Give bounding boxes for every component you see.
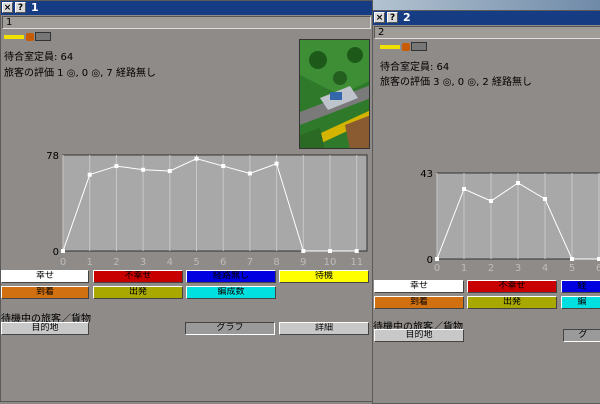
legend-button[interactable]: 到着	[1, 286, 89, 299]
window-title: 2	[403, 11, 411, 24]
x-tick-label: 6	[220, 257, 226, 268]
detail-button[interactable]: 詳細	[279, 322, 369, 335]
passenger-chart: 78 0 0 1 2 3 4 5 6 7 8 9 10 11	[1, 147, 372, 271]
line-indicator-icon	[4, 32, 52, 42]
x-tick-label: 2	[113, 257, 119, 268]
station-info-window-2: × ? 2 2 待合室定員: 64 旅客の評価 3 ◎, 0 ◎, 2 経路無し…	[372, 10, 600, 404]
x-tick-label: 4	[542, 263, 548, 274]
data-point	[328, 249, 332, 253]
destination-button[interactable]: 目的地	[1, 322, 89, 335]
line-indicator-icon	[380, 42, 428, 52]
legend-button[interactable]: 出発	[93, 286, 183, 299]
x-tick-label: 5	[569, 263, 575, 274]
x-tick-label: 9	[300, 257, 306, 268]
y-tick-label: 43	[420, 169, 433, 180]
data-point	[221, 164, 226, 169]
graph-button[interactable]: グ	[563, 329, 600, 342]
legend-button[interactable]: 幸せ	[1, 270, 89, 283]
legend-button[interactable]: 編成数	[186, 286, 276, 299]
x-tick-label: 11	[350, 257, 363, 268]
data-point	[247, 171, 252, 176]
x-tick-label: 8	[273, 257, 279, 268]
y-tick-label: 0	[427, 255, 433, 266]
y-tick-label: 78	[46, 151, 59, 162]
data-point	[87, 172, 92, 177]
station-thumbnail-image	[299, 39, 370, 149]
legend-button[interactable]: 到着	[374, 296, 464, 309]
window-title: 1	[31, 1, 39, 14]
legend-button[interactable]: 不幸せ	[467, 280, 557, 293]
data-point	[194, 156, 199, 161]
station-info-window-1: × ? 1 1 待合室定員: 64 旅客の評価 1 ◎, 0 ◎, 7 経路無し…	[0, 0, 373, 402]
station-name-field[interactable]: 2	[374, 26, 600, 39]
x-tick-label: 3	[515, 263, 521, 274]
legend-button[interactable]: 幸せ	[374, 280, 464, 293]
data-point	[141, 167, 146, 172]
data-point	[167, 169, 172, 173]
data-point	[301, 249, 306, 253]
data-point	[435, 257, 439, 261]
x-tick-label: 6	[596, 263, 600, 274]
window-titlebar[interactable]: × ? 2	[373, 11, 600, 25]
data-point	[516, 181, 520, 185]
capacity-text: 待合室定員: 64	[380, 62, 450, 73]
destination-button[interactable]: 目的地	[374, 329, 464, 342]
data-point	[274, 161, 279, 166]
x-tick-label: 1	[87, 257, 93, 268]
rating-text: 旅客の評価 1 ◎, 0 ◎, 7 経路無し	[4, 68, 156, 79]
capacity-text: 待合室定員: 64	[4, 52, 74, 63]
legend-button[interactable]: 経路無し	[186, 270, 276, 283]
passenger-chart: 43 00 1 2 3 4 5 6	[373, 157, 600, 277]
legend-button[interactable]: 経	[561, 280, 600, 293]
data-point	[61, 249, 65, 253]
data-point	[462, 187, 466, 191]
help-icon[interactable]: ?	[15, 2, 26, 13]
data-point	[543, 197, 547, 201]
x-tick-label: 5	[193, 257, 199, 268]
legend-button[interactable]: 出発	[467, 296, 557, 309]
data-point	[114, 164, 119, 169]
x-tick-label: 2	[488, 263, 494, 274]
chart-svg: 7800 1 2 3 4 5 6 7 8 9 10 11	[46, 151, 368, 268]
x-tick-label: 10	[324, 257, 337, 268]
x-tick-label: 7	[247, 257, 253, 268]
x-tick-label: 3	[140, 257, 146, 268]
x-tick-label: 0	[60, 257, 66, 268]
data-point	[489, 199, 493, 203]
data-point	[570, 257, 574, 261]
y-tick-label: 0	[53, 247, 59, 258]
x-tick-label: 0	[434, 263, 440, 274]
x-tick-label: 4	[167, 257, 173, 268]
plot-area	[62, 154, 368, 252]
rating-text: 旅客の評価 3 ◎, 0 ◎, 2 経路無し	[380, 77, 532, 88]
close-icon[interactable]: ×	[374, 12, 385, 23]
legend-button[interactable]: 不幸せ	[93, 270, 183, 283]
close-icon[interactable]: ×	[2, 2, 13, 13]
data-point	[354, 249, 359, 253]
station-name-field[interactable]: 1	[2, 16, 371, 29]
help-icon[interactable]: ?	[387, 12, 398, 23]
window-titlebar[interactable]: × ? 1	[1, 1, 372, 15]
x-tick-label: 1	[461, 263, 467, 274]
legend-button[interactable]: 編	[561, 296, 600, 309]
chart-svg: 43 00 1 2 3 4 5 6	[420, 169, 600, 274]
legend-button[interactable]: 待機	[279, 270, 369, 283]
graph-button[interactable]: グラフ	[185, 322, 275, 335]
